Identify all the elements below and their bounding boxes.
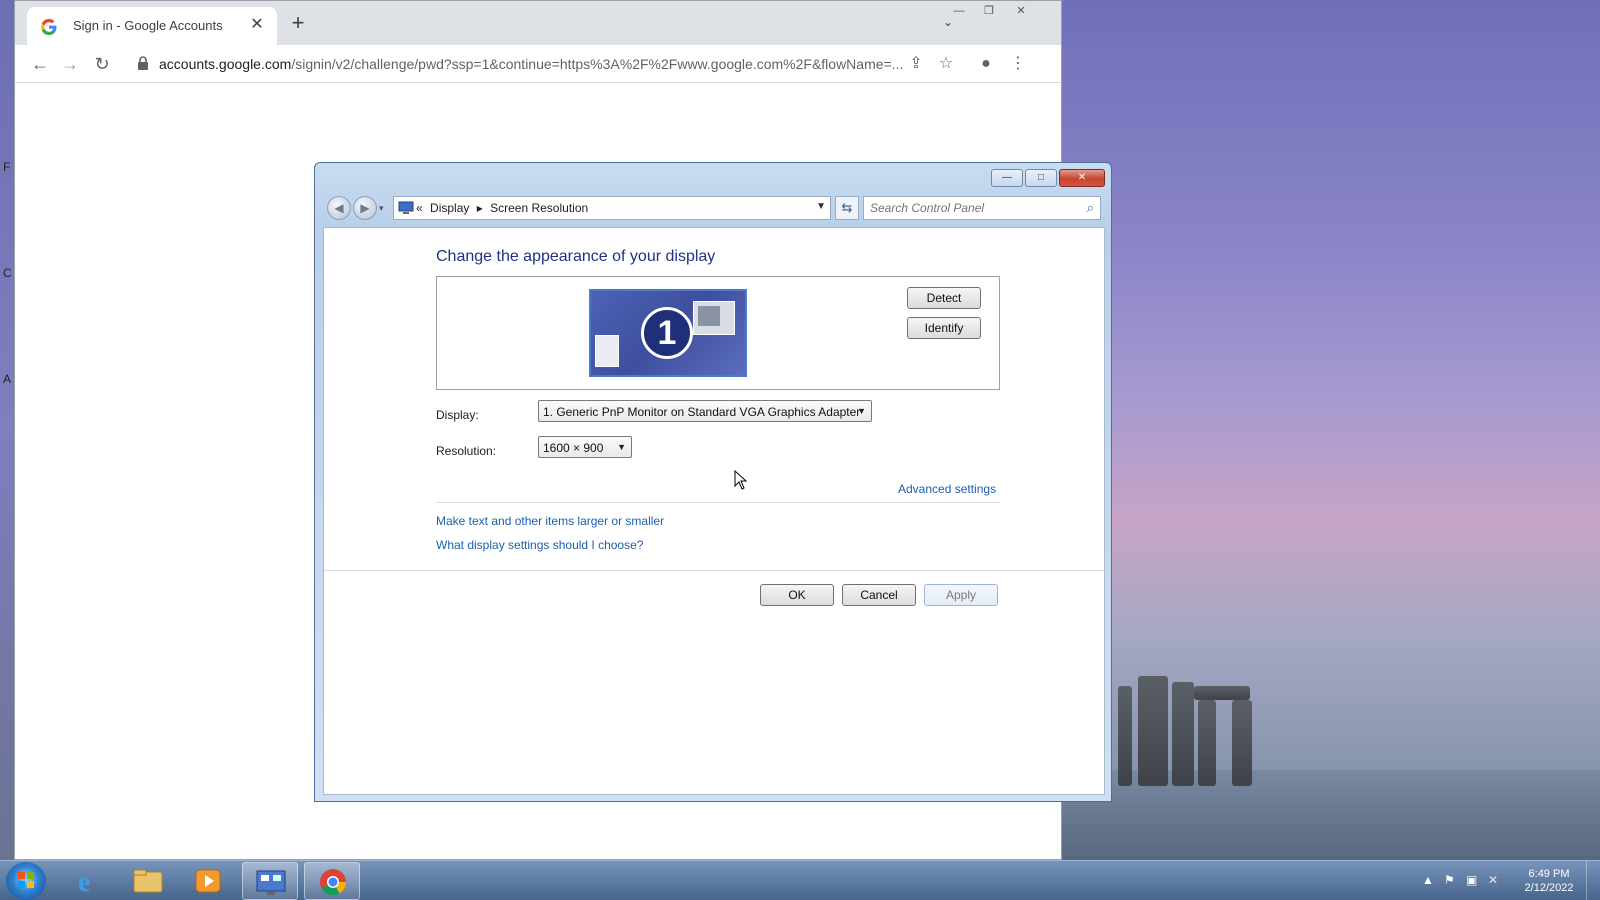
monitor-1-thumbnail[interactable]: 1 <box>589 289 747 377</box>
breadcrumb-screen-resolution[interactable]: Screen Resolution <box>490 201 588 215</box>
resolution-label: Resolution: <box>436 444 497 458</box>
wallpaper-stone <box>1232 700 1252 786</box>
breadcrumb-display[interactable]: Display <box>430 201 469 215</box>
windows-logo-icon <box>18 872 34 888</box>
internet-explorer-icon[interactable]: e <box>60 862 116 900</box>
resolution-select[interactable]: 1600 × 900 ▼ <box>538 436 632 458</box>
show-desktop-button[interactable] <box>1586 861 1600 900</box>
forward-arrow-icon[interactable]: → <box>59 53 81 75</box>
maximize-icon[interactable]: □ <box>1025 169 1057 187</box>
svg-text:e: e <box>78 867 90 898</box>
breadcrumb-path: « Display ▸ Screen Resolution <box>416 201 592 215</box>
identify-button[interactable]: Identify <box>907 317 981 339</box>
resolution-select-value: 1600 × 900 <box>543 441 604 455</box>
lock-icon <box>138 56 148 70</box>
window-controls: — □ ✕ <box>991 169 1105 187</box>
minimize-icon[interactable]: — <box>991 169 1023 187</box>
advanced-settings-link[interactable]: Advanced settings <box>898 482 996 496</box>
back-arrow-icon[interactable]: ← <box>29 53 51 75</box>
chevron-down-icon: ▼ <box>617 442 626 452</box>
browser-tab[interactable]: Sign in - Google Accounts ✕ <box>27 7 277 45</box>
wallpaper-stone <box>1198 700 1216 786</box>
chevron-down-icon[interactable]: ▼ <box>816 201 826 212</box>
chevron-down-icon: ▼ <box>857 406 866 416</box>
monitor-sidebar-graphic <box>595 335 619 367</box>
control-panel-icon <box>398 201 414 214</box>
volume-muted-icon[interactable]: ✕ <box>1488 873 1498 887</box>
footer-divider <box>324 570 1104 571</box>
start-button[interactable] <box>6 862 46 900</box>
display-select-value: 1. Generic PnP Monitor on Standard VGA G… <box>543 405 861 419</box>
apply-button[interactable]: Apply <box>924 584 998 606</box>
mouse-cursor-icon <box>734 470 748 490</box>
tab-strip: Sign in - Google Accounts ✕ + ⌄ — ❐ ✕ <box>15 1 1061 45</box>
cancel-button[interactable]: Cancel <box>842 584 916 606</box>
file-explorer-icon[interactable] <box>120 862 176 900</box>
refresh-icon[interactable]: ⇆ <box>835 196 859 220</box>
breadcrumb-separator-icon[interactable]: ▸ <box>477 201 483 215</box>
close-icon[interactable]: ✕ <box>1059 169 1105 187</box>
taskbar: e ▲ ⚑ ▣ ✕ 6:49 PM 2/12/2022 <box>0 860 1600 900</box>
media-player-icon[interactable] <box>180 862 236 900</box>
minimize-icon[interactable]: — <box>945 3 973 21</box>
action-center-flag-icon[interactable]: ⚑ <box>1444 873 1455 887</box>
monitor-preview-area: 1 Detect Identify <box>436 276 1000 390</box>
close-window-icon[interactable]: ✕ <box>1007 3 1035 21</box>
address-bar[interactable]: accounts.google.com/signin/v2/challenge/… <box>131 49 1001 79</box>
browser-toolbar: ← → ↻ accounts.google.com/signin/v2/chal… <box>15 45 1061 83</box>
screen-resolution-window: — □ ✕ ◀ ▶ ▾ « Display ▸ Screen Resolutio… <box>314 162 1112 802</box>
dialog-content: Change the appearance of your display 1 … <box>323 227 1105 795</box>
menu-kebab-icon[interactable]: ⋮ <box>1007 53 1029 75</box>
tray-expand-icon[interactable]: ▲ <box>1422 873 1434 887</box>
star-icon[interactable]: ☆ <box>935 53 957 75</box>
system-clock[interactable]: 6:49 PM 2/12/2022 <box>1512 867 1586 895</box>
display-select[interactable]: 1. Generic PnP Monitor on Standard VGA G… <box>538 400 872 422</box>
monitor-window-graphic <box>693 301 735 335</box>
breadcrumb-overflow[interactable]: « <box>416 201 423 215</box>
display-help-link[interactable]: What display settings should I choose? <box>436 538 643 552</box>
search-icon[interactable]: ⌕ <box>1087 200 1094 216</box>
reload-icon[interactable]: ↻ <box>91 53 113 75</box>
wallpaper-stone <box>1138 676 1168 786</box>
network-icon[interactable]: ▣ <box>1466 873 1477 887</box>
detect-button[interactable]: Detect <box>907 287 981 309</box>
recent-pages-icon[interactable]: ▾ <box>379 203 384 214</box>
explorer-navbar: ◀ ▶ ▾ « Display ▸ Screen Resolution ▼ ⇆ … <box>323 193 1105 223</box>
forward-icon[interactable]: ▶ <box>353 196 377 220</box>
display-label: Display: <box>436 408 479 422</box>
desktop-icon-label: F <box>3 160 11 174</box>
monitor-number: 1 <box>641 307 693 359</box>
new-tab-button[interactable]: + <box>287 12 309 35</box>
desktop-icon-label: A <box>3 372 12 386</box>
breadcrumb[interactable]: « Display ▸ Screen Resolution ▼ <box>393 196 831 220</box>
control-panel-taskbar-icon[interactable] <box>242 862 298 900</box>
url-path: /signin/v2/challenge/pwd?ssp=1&continue=… <box>291 56 904 72</box>
divider <box>436 502 1000 503</box>
wallpaper-stone <box>1194 686 1250 700</box>
page-title: Change the appearance of your display <box>436 248 716 265</box>
wallpaper-stone <box>1118 686 1132 786</box>
share-icon[interactable]: ⇪ <box>905 53 927 75</box>
chrome-taskbar-icon[interactable] <box>304 862 360 900</box>
desktop-icon-label: C <box>3 266 12 280</box>
tab-title: Sign in - Google Accounts <box>73 18 223 33</box>
url-host: accounts.google.com <box>159 56 292 72</box>
profile-icon[interactable]: ● <box>975 53 997 75</box>
clock-date: 2/12/2022 <box>1524 882 1574 894</box>
desktop-edge: F C A <box>0 0 14 860</box>
text-size-link[interactable]: Make text and other items larger or smal… <box>436 514 664 528</box>
back-icon[interactable]: ◀ <box>327 196 351 220</box>
wallpaper-stone <box>1172 682 1194 786</box>
search-input[interactable] <box>870 200 1070 216</box>
close-icon[interactable]: ✕ <box>247 15 267 35</box>
url-text: accounts.google.com/signin/v2/challenge/… <box>159 56 903 72</box>
clock-time: 6:49 PM <box>1528 868 1570 880</box>
restore-icon[interactable]: ❐ <box>975 3 1003 21</box>
search-control-panel[interactable]: ⌕ <box>863 196 1101 220</box>
google-favicon-icon <box>41 19 57 35</box>
ok-button[interactable]: OK <box>760 584 834 606</box>
